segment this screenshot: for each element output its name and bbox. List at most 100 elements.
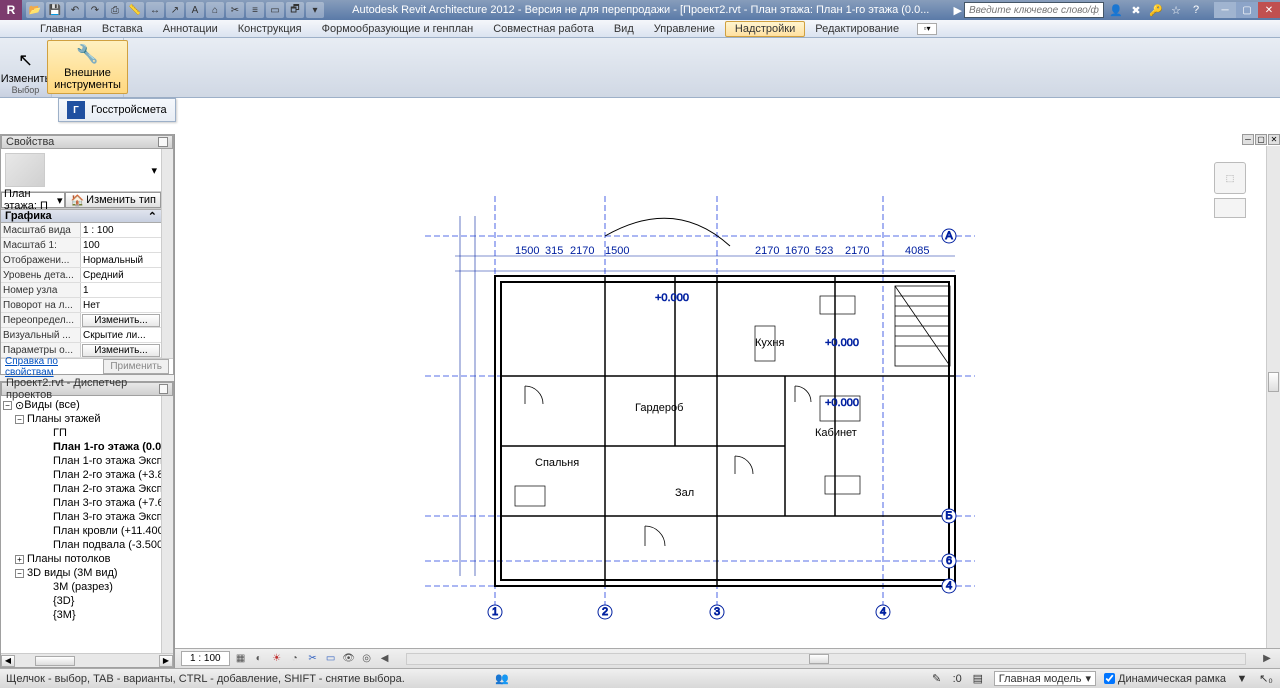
scale-display[interactable]: 1 : 100 [181, 651, 230, 666]
help-icon[interactable]: ? [1188, 2, 1204, 18]
dynamic-frame-check[interactable]: Динамическая рамка [1104, 673, 1226, 685]
prop-row[interactable]: Переопредел...Изменить... [1, 313, 161, 328]
sun-icon[interactable]: ☀ [270, 652, 284, 666]
prop-row[interactable]: Масштаб 1:100 [1, 238, 161, 253]
section-icon[interactable]: ✂ [226, 2, 244, 18]
prop-value[interactable]: Нет [81, 298, 161, 312]
tree-ceiling-plans[interactable]: +Планы потолков [3, 552, 159, 566]
tab-modify[interactable]: Редактирование [805, 21, 909, 37]
prop-row[interactable]: Отображени...Нормальный [1, 253, 161, 268]
type-selector[interactable]: План этажа: П▾ [1, 192, 65, 208]
scroll-right-icon[interactable]: ▶ [159, 655, 173, 667]
shadow-icon[interactable]: ◔ [288, 652, 302, 666]
properties-close-icon[interactable] [158, 137, 168, 147]
properties-header[interactable]: Свойства [1, 135, 173, 149]
dim-icon[interactable]: ↔ [146, 2, 164, 18]
redo-icon[interactable]: ↷ [86, 2, 104, 18]
tag-icon[interactable]: ↗ [166, 2, 184, 18]
undo-icon[interactable]: ↶ [66, 2, 84, 18]
hide-icon[interactable]: 👁 [342, 652, 356, 666]
print-icon[interactable]: ⎙ [106, 2, 124, 18]
exchange-icon[interactable]: ✖ [1128, 2, 1144, 18]
search-input[interactable] [964, 2, 1104, 18]
editable-icon[interactable]: ✎ [929, 672, 945, 686]
prop-value[interactable]: 1 : 100 [81, 223, 161, 237]
prop-value[interactable]: Средний [81, 268, 161, 282]
model-icon[interactable]: ◐ [252, 652, 266, 666]
tab-home[interactable]: Главная [30, 21, 92, 37]
open-icon[interactable]: 📂 [26, 2, 44, 18]
measure-icon[interactable]: 📏 [126, 2, 144, 18]
tree-item[interactable]: План подвала (-3.500) [3, 538, 159, 552]
tree-item[interactable]: План 3-го этажа Экспл [3, 510, 159, 524]
fav-icon[interactable]: ☆ [1168, 2, 1184, 18]
tab-massing[interactable]: Формообразующие и генплан [312, 21, 484, 37]
tree-item[interactable]: План 2-го этажа (+3.80 [3, 468, 159, 482]
tree-item[interactable]: План 2-го этажа Экспл [3, 482, 159, 496]
props-help-link[interactable]: Справка по свойствам [5, 356, 103, 378]
scroll-left-icon[interactable]: ◀ [1, 655, 15, 667]
split-icon[interactable]: ▭ [266, 2, 284, 18]
tree-hscroll[interactable]: ◀ ▶ [1, 653, 173, 667]
tree-item[interactable]: 3М (разрез) [3, 580, 159, 594]
tree-item[interactable]: План 1-го этажа Экспл [3, 454, 159, 468]
prop-value[interactable]: 100 [81, 238, 161, 252]
app-icon[interactable]: R [0, 0, 22, 20]
view3d-icon[interactable]: ⌂ [206, 2, 224, 18]
tree-item[interactable]: {3D} [3, 594, 159, 608]
filter-icon[interactable]: ▼ [1234, 672, 1250, 686]
tree-item[interactable]: {3М} [3, 608, 159, 622]
external-flyout[interactable]: Г Госстройсмета [58, 98, 176, 122]
type-preview[interactable]: ▾ [1, 149, 161, 191]
prop-value[interactable]: 1 [81, 283, 161, 297]
canvas-hscroll[interactable] [406, 653, 1246, 665]
tab-addins[interactable]: Надстройки [725, 21, 805, 37]
props-scrollbar[interactable] [161, 149, 173, 358]
external-tools-button[interactable]: 🔧 Внешние инструменты [47, 40, 128, 94]
drawing-viewport[interactable]: 15003152170 150021701670 52321704085 [175, 146, 1266, 648]
tab-view[interactable]: Вид [604, 21, 644, 37]
tab-annotate[interactable]: Аннотации [153, 21, 228, 37]
steering-wheel[interactable] [1214, 198, 1246, 218]
text-icon[interactable]: A [186, 2, 204, 18]
workset-icon[interactable]: 👥 [494, 672, 510, 686]
minimize-button[interactable]: ─ [1214, 2, 1236, 18]
tree-item[interactable]: План 1-го этажа (0.000 [3, 440, 159, 454]
prop-value[interactable]: Изменить... [82, 314, 160, 327]
tree-scrollbar[interactable] [161, 396, 173, 653]
prop-value[interactable]: Скрытие ли... [81, 328, 161, 342]
filter-list-icon[interactable]: ▤ [970, 672, 986, 686]
tree-item[interactable]: План кровли (+11.400) [3, 524, 159, 538]
ribbon-collapse-icon[interactable]: ▫▾ [917, 23, 937, 35]
title-play-icon[interactable]: ▶ [954, 4, 962, 17]
arrow-right-icon[interactable]: ▶ [1260, 652, 1274, 666]
prop-value[interactable]: Изменить... [82, 344, 160, 357]
prop-value[interactable]: Нормальный [81, 253, 161, 267]
tree-floor-plans[interactable]: −Планы этажей [3, 412, 159, 426]
tree-item[interactable]: План 3-го этажа (+7.60 [3, 496, 159, 510]
tab-structure[interactable]: Конструкция [228, 21, 312, 37]
prop-row[interactable]: Масштаб вида1 : 100 [1, 223, 161, 238]
apply-button[interactable]: Применить [103, 359, 169, 374]
login-icon[interactable]: 👤 [1108, 2, 1124, 18]
select-icon[interactable]: ↖₀ [1258, 672, 1274, 686]
thin-icon[interactable]: ≡ [246, 2, 264, 18]
view-cube[interactable]: ⬚ [1214, 162, 1246, 194]
tab-collab[interactable]: Совместная работа [483, 21, 604, 37]
tree-root[interactable]: −⊙ Виды (все) [3, 398, 159, 412]
tab-manage[interactable]: Управление [644, 21, 725, 37]
prop-row[interactable]: Уровень дета...Средний [1, 268, 161, 283]
arrow-left-icon[interactable]: ◀ [378, 652, 392, 666]
canvas-vscroll[interactable] [1266, 146, 1280, 648]
reveal-icon[interactable]: ◎ [360, 652, 374, 666]
prop-row[interactable]: Номер узла1 [1, 283, 161, 298]
crop-show-icon[interactable]: ▭ [324, 652, 338, 666]
switch-icon[interactable]: 🗗 [286, 2, 304, 18]
scroll-thumb[interactable] [35, 656, 75, 666]
group-graphics[interactable]: Графика⌃ [1, 209, 161, 223]
dropdown-icon[interactable]: ▾ [151, 164, 157, 177]
tree-item[interactable]: ГП [3, 426, 159, 440]
browser-header[interactable]: Проект2.rvt - Диспетчер проектов [1, 382, 173, 396]
canvas-min-icon[interactable]: ─ [1242, 134, 1254, 145]
browser-close-icon[interactable] [159, 384, 168, 394]
